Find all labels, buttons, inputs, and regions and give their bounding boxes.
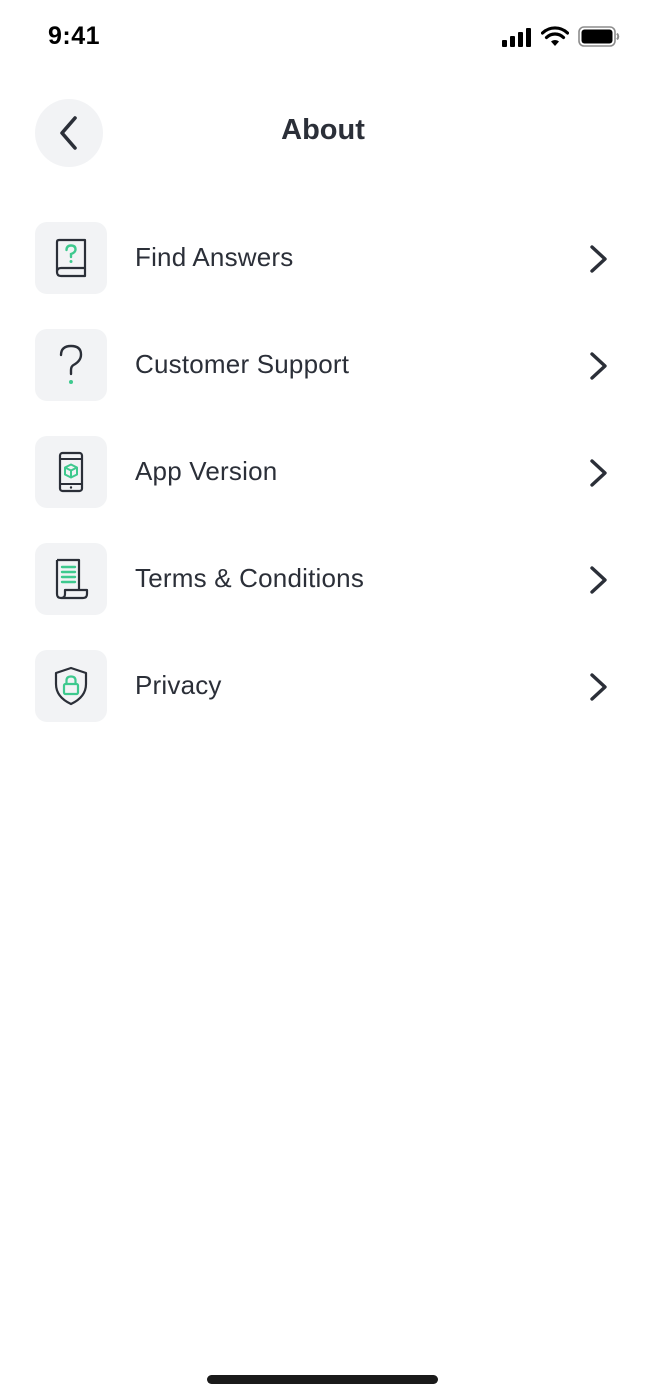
question-mark-icon xyxy=(59,344,83,384)
menu-item-terms-conditions[interactable]: Terms & Conditions xyxy=(0,543,646,616)
chevron-right-icon xyxy=(590,352,607,380)
about-menu-list: Find Answers Customer Support App Versio… xyxy=(0,222,646,757)
home-indicator[interactable] xyxy=(207,1375,438,1384)
scroll-document-icon xyxy=(55,558,89,600)
chevron-right-icon xyxy=(590,566,607,594)
menu-icon-tile xyxy=(35,650,107,722)
shield-lock-icon xyxy=(54,666,88,706)
menu-item-privacy[interactable]: Privacy xyxy=(0,650,646,723)
page-title: About xyxy=(281,114,365,146)
chevron-right-icon xyxy=(590,673,607,701)
menu-icon-tile xyxy=(35,543,107,615)
chevron-right-icon xyxy=(590,459,607,487)
status-icons xyxy=(502,26,620,47)
phone-package-icon xyxy=(58,451,84,493)
menu-icon-tile xyxy=(35,436,107,508)
battery-icon xyxy=(578,26,620,47)
menu-item-find-answers[interactable]: Find Answers xyxy=(0,222,646,295)
menu-item-label: Customer Support xyxy=(135,349,350,379)
menu-item-label: Privacy xyxy=(135,670,222,700)
menu-icon-tile xyxy=(35,222,107,294)
chevron-right-icon xyxy=(590,245,607,273)
cellular-signal-icon xyxy=(502,27,531,47)
wifi-icon xyxy=(541,26,569,46)
menu-item-app-version[interactable]: App Version xyxy=(0,436,646,509)
menu-item-label: App Version xyxy=(135,456,278,486)
help-book-icon xyxy=(55,238,87,278)
status-bar: 9:41 xyxy=(0,0,646,76)
menu-item-customer-support[interactable]: Customer Support xyxy=(0,329,646,402)
menu-icon-tile xyxy=(35,329,107,401)
menu-item-label: Find Answers xyxy=(135,242,294,272)
menu-item-label: Terms & Conditions xyxy=(135,563,365,593)
status-time: 9:41 xyxy=(48,22,101,50)
